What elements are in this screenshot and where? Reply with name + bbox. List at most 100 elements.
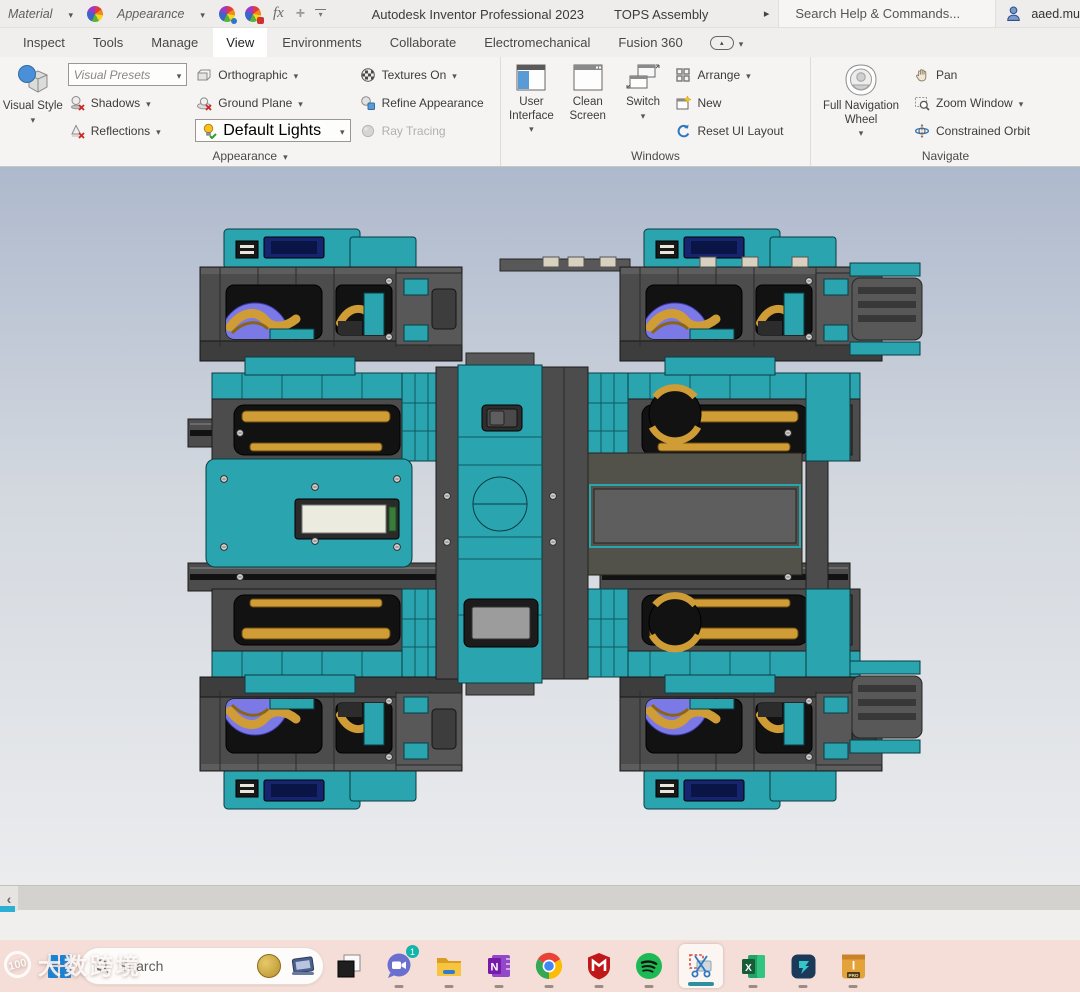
taskbar-chrome[interactable] [532,942,566,990]
pan-label: Pan [936,68,958,82]
clean-screen-button[interactable]: Clean Screen [560,60,616,145]
user-interface-button[interactable]: User Interface [503,60,560,145]
refine-appearance-button[interactable]: Refine Appearance [355,89,500,117]
material-dropdown[interactable]: Material [4,5,77,23]
reset-ui-layout-button[interactable]: Reset UI Layout [670,117,810,145]
running-indicator [798,985,808,988]
taskbar-mcafee[interactable] [582,942,616,990]
arrange-button[interactable]: Arrange [670,61,810,89]
visual-style-label: Visual Style [2,100,63,112]
appearance-dropdown[interactable]: Appearance [113,5,209,23]
mcafee-shield-icon [588,953,610,980]
chevron-down-icon [156,124,161,138]
zoom-window-button[interactable]: Zoom Window [909,89,1077,117]
zoom-window-label: Zoom Window [936,96,1013,110]
panel-label-navigate[interactable]: Navigate [811,145,1080,166]
chevron-down-icon [177,66,182,84]
new-window-icon [676,95,692,110]
visual-style-button[interactable]: Visual Style [2,60,64,145]
add-to-toolbar-icon[interactable]: + [296,5,305,22]
tab-manage[interactable]: Manage [138,28,211,57]
inventor-pro-icon: I PRO [841,954,865,978]
appearance-wheel-icon[interactable] [87,5,103,22]
panel-label-windows[interactable]: Windows [501,145,810,166]
search-highlight-device-icon[interactable] [290,954,316,978]
user-avatar-icon[interactable] [1005,5,1022,22]
active-running-indicator [688,982,714,986]
orthographic-label: Orthographic [218,68,288,82]
new-window-label: New [697,96,722,110]
constrained-orbit-button[interactable]: Constrained Orbit [909,117,1077,145]
pan-hand-icon [916,69,927,82]
user-interface-icon [516,64,546,91]
arrange-icon [676,68,691,82]
tab-tools[interactable]: Tools [80,28,136,57]
search-highlight-coin-icon[interactable] [257,954,281,978]
model-viewport[interactable] [0,167,1080,885]
visual-presets-dropdown[interactable]: Visual Presets [67,63,188,86]
constrained-orbit-icon [914,124,930,138]
shadows-button[interactable]: Shadows [64,89,191,117]
tab-collaborate[interactable]: Collaborate [377,28,470,57]
ribbon-view-tab-panels: Visual Style Visual Presets Shadows [0,57,1080,167]
chevron-down-icon [200,7,205,21]
chevron-down-icon [340,122,345,140]
search-expand-icon[interactable] [764,7,770,20]
taskbar-inventor[interactable]: I PRO [836,942,870,990]
chevron-down-icon [146,96,151,110]
tab-view[interactable]: View [213,28,268,57]
parameters-fx-icon[interactable]: fx [271,5,286,22]
pan-button[interactable]: Pan [909,61,1077,89]
folder-icon [437,958,461,976]
ground-plane-icon [197,97,212,111]
quick-access-toolbar: Material Appearance fx + [4,5,327,24]
help-search-box[interactable]: Search Help & Commands... [778,0,997,27]
default-lights-icon [204,123,217,139]
taskbar-excel[interactable]: X [736,942,770,990]
orthographic-button[interactable]: Orthographic [191,61,354,89]
clean-screen-icon [573,64,603,91]
visual-style-icon [17,65,48,93]
textures-on-button[interactable]: Textures On [355,61,500,89]
chevron-down-icon [529,123,534,137]
tab-inspect[interactable]: Inspect [10,28,78,57]
switch-windows-button[interactable]: Switch [616,60,671,145]
title-bar: Material Appearance fx + Autodesk Invent… [0,0,1080,28]
filmora-icon [791,954,815,978]
svg-text:X: X [745,962,752,973]
adjust-appearance-icon[interactable] [218,5,237,24]
orthographic-icon [197,69,211,81]
excel-icon: X [741,954,765,978]
clear-appearance-overrides-icon[interactable] [244,5,264,24]
panel-navigate: Full Navigation Wheel Pan Zoom Win [810,57,1080,166]
full-navigation-wheel-button[interactable]: Full Navigation Wheel [813,60,909,145]
panel-label-appearance[interactable]: Appearance [0,145,500,166]
chevron-down-icon [283,149,288,163]
material-dropdown-value: Material [8,6,53,21]
default-lights-dropdown[interactable]: Default Lights [195,119,351,142]
arrange-label: Arrange [697,68,741,82]
taskbar-spotify[interactable] [632,942,666,990]
taskbar-task-view[interactable] [332,942,366,990]
ribbon-display-options-button[interactable] [709,28,744,57]
reflections-button[interactable]: Reflections [64,117,191,145]
tab-environments[interactable]: Environments [269,28,374,57]
model-tops-assembly[interactable] [0,167,1080,885]
taskbar-chat[interactable]: 1 [382,942,420,990]
chevron-down-icon [859,127,864,141]
tab-fusion-360[interactable]: Fusion 360 [605,28,695,57]
ground-plane-button[interactable]: Ground Plane [191,89,354,117]
tab-electromechanical[interactable]: Electromechanical [471,28,603,57]
taskbar-file-explorer[interactable] [432,942,466,990]
taskbar-search-box[interactable]: Search [80,947,324,985]
signed-in-user[interactable]: aaed.mu [1031,7,1080,21]
taskbar-onenote[interactable]: N [482,942,516,990]
customize-toolbar-icon[interactable] [315,8,327,19]
start-button[interactable] [44,942,74,990]
chevron-down-icon [298,96,303,110]
chevron-down-icon [739,34,744,52]
status-bar [0,910,1080,940]
taskbar-filmora[interactable] [786,942,820,990]
new-window-button[interactable]: New [670,89,810,117]
taskbar-snipping-tool-active[interactable] [679,944,723,988]
